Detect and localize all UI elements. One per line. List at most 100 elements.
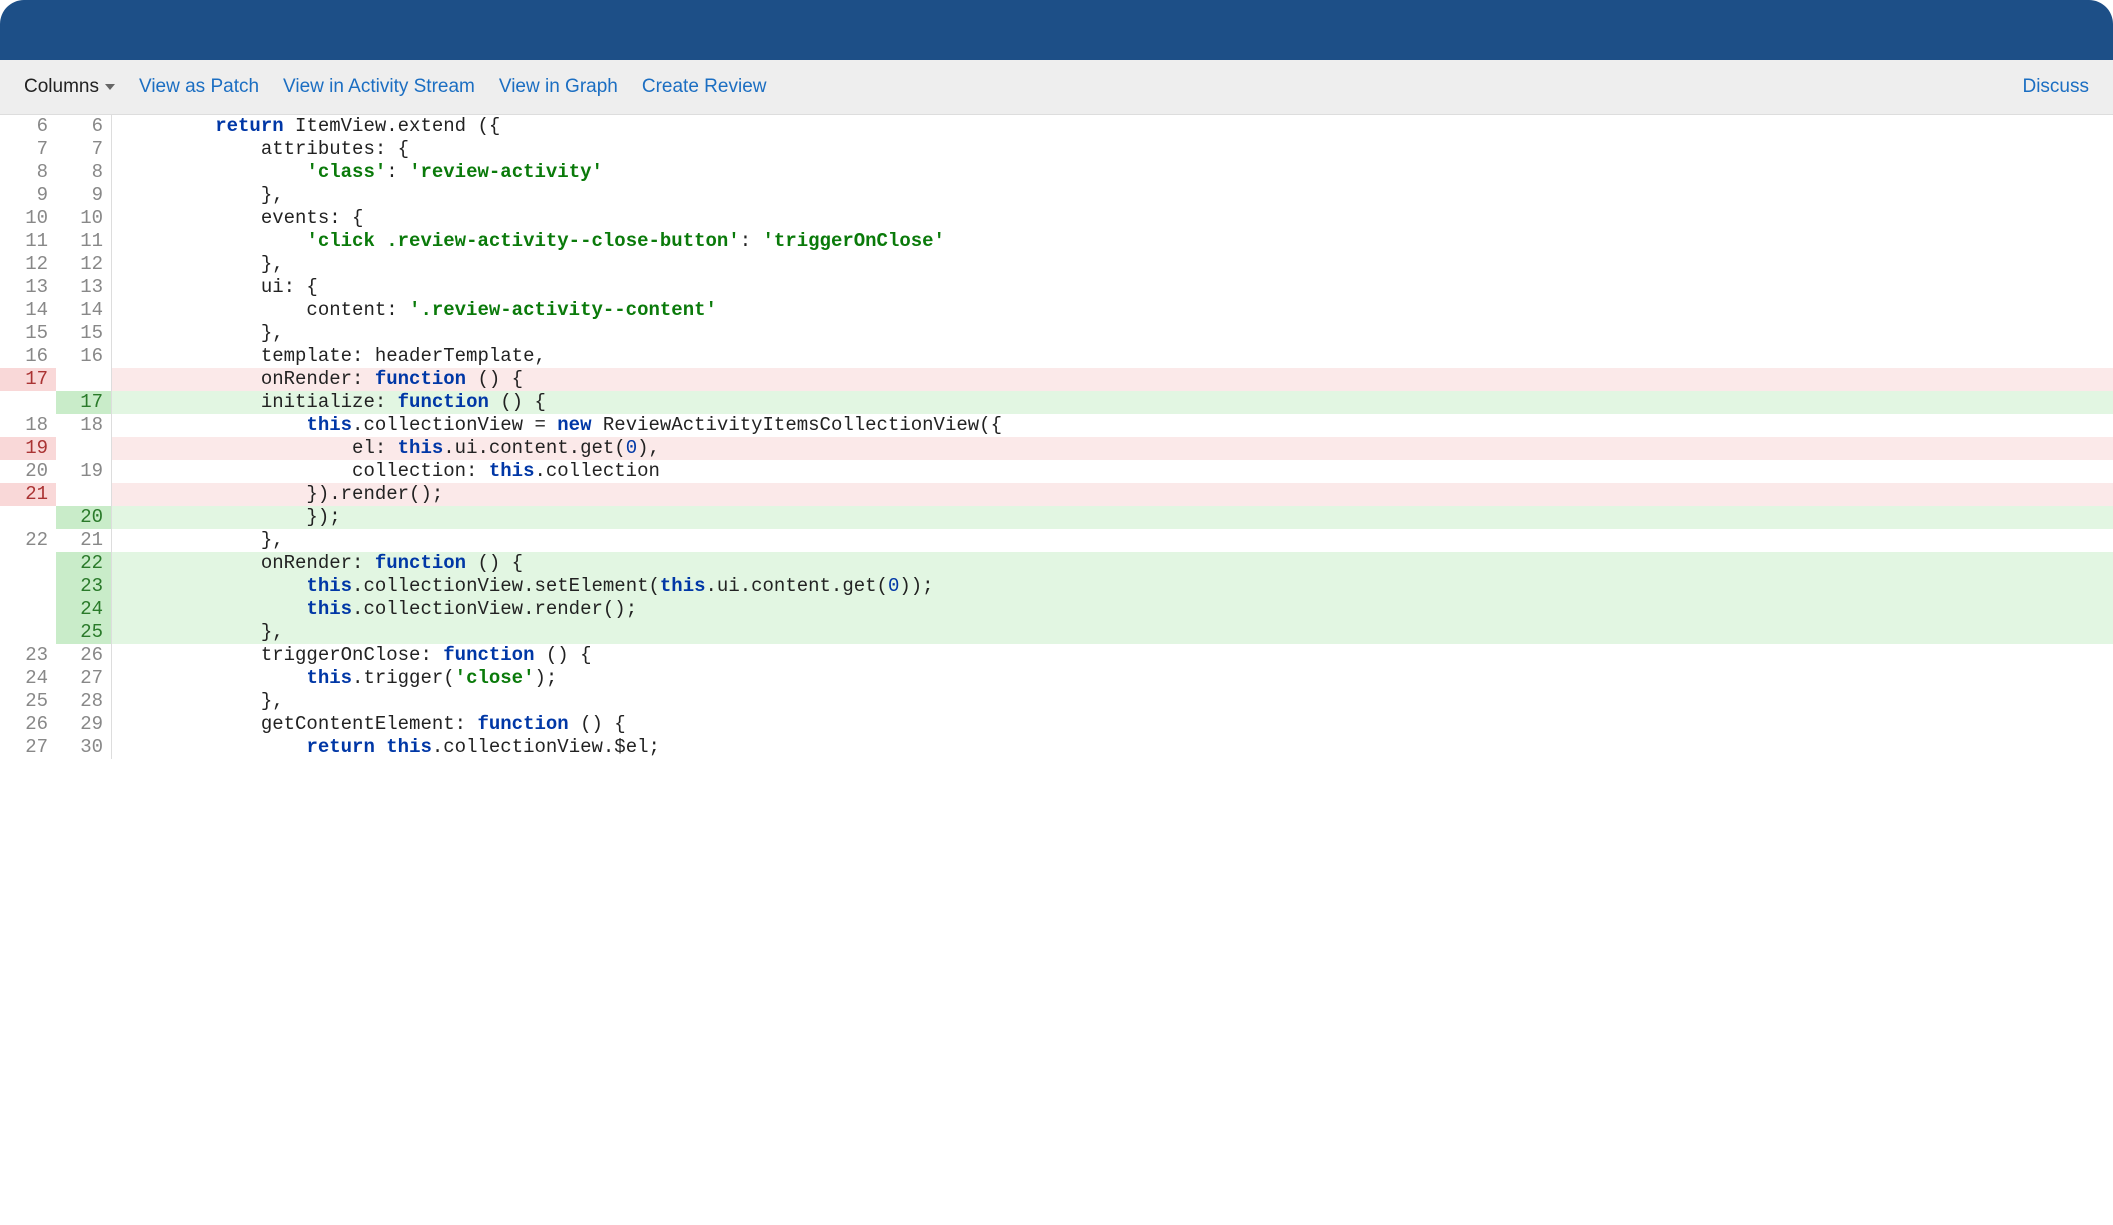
line-number-new: 20 (56, 506, 112, 529)
diff-row[interactable]: 88 'class': 'review-activity' (0, 161, 2113, 184)
line-number-new: 24 (56, 598, 112, 621)
code-token: function (398, 391, 489, 413)
line-number-new: 23 (56, 575, 112, 598)
code-token: collection: (124, 460, 489, 482)
line-number-old: 11 (0, 230, 56, 253)
code-token: return (306, 736, 374, 758)
code-token: function (375, 368, 466, 390)
code-line: collection: this.collection (112, 460, 2113, 483)
code-token: 'review-activity' (409, 161, 603, 183)
diff-row[interactable]: 21 }).render(); (0, 483, 2113, 506)
diff-row[interactable]: 1515 }, (0, 322, 2113, 345)
view-as-patch-link[interactable]: View as Patch (139, 76, 259, 98)
code-token: .ui.content.get( (443, 437, 625, 459)
code-token: : (386, 161, 409, 183)
diff-row[interactable]: 24 this.collectionView.render(); (0, 598, 2113, 621)
line-number-new: 15 (56, 322, 112, 345)
caret-down-icon (105, 84, 115, 90)
code-line: events: { (112, 207, 2113, 230)
diff-row[interactable]: 2629 getContentElement: function () { (0, 713, 2113, 736)
app-header (0, 0, 2113, 60)
line-number-old (0, 621, 56, 644)
code-line: }); (112, 506, 2113, 529)
diff-row[interactable]: 1818 this.collectionView = new ReviewAct… (0, 414, 2113, 437)
code-token (375, 736, 386, 758)
code-line: triggerOnClose: function () { (112, 644, 2113, 667)
line-number-old: 20 (0, 460, 56, 483)
code-token: ui: { (124, 276, 318, 298)
diff-row[interactable]: 1212 }, (0, 253, 2113, 276)
code-token: triggerOnClose: (124, 644, 443, 666)
diff-row[interactable]: 2019 collection: this.collection (0, 460, 2113, 483)
code-token: }, (124, 621, 284, 643)
line-number-old (0, 575, 56, 598)
line-number-old: 15 (0, 322, 56, 345)
code-line: this.collectionView = new ReviewActivity… (112, 414, 2113, 437)
view-in-activity-stream-link[interactable]: View in Activity Stream (283, 76, 475, 98)
code-token: ); (535, 667, 558, 689)
code-token: }, (124, 529, 284, 551)
diff-row[interactable]: 1111 'click .review-activity--close-butt… (0, 230, 2113, 253)
diff-row[interactable]: 22 onRender: function () { (0, 552, 2113, 575)
line-number-old (0, 506, 56, 529)
line-number-old: 24 (0, 667, 56, 690)
line-number-old: 12 (0, 253, 56, 276)
line-number-old: 13 (0, 276, 56, 299)
code-token: }, (124, 184, 284, 206)
code-token: new (557, 414, 591, 436)
diff-row[interactable]: 25 }, (0, 621, 2113, 644)
code-token: function (443, 644, 534, 666)
line-number-old: 17 (0, 368, 56, 391)
diff-row[interactable]: 2427 this.trigger('close'); (0, 667, 2113, 690)
diff-row[interactable]: 1616 template: headerTemplate, (0, 345, 2113, 368)
diff-row[interactable]: 1414 content: '.review-activity--content… (0, 299, 2113, 322)
code-token: .ui.content.get( (706, 575, 888, 597)
diff-row[interactable]: 2221 }, (0, 529, 2113, 552)
code-token: 'click .review-activity--close-button' (306, 230, 739, 252)
diff-row[interactable]: 1313 ui: { (0, 276, 2113, 299)
diff-row[interactable]: 17 initialize: function () { (0, 391, 2113, 414)
code-token: () { (466, 368, 523, 390)
code-token: 0 (888, 575, 899, 597)
line-number-new: 13 (56, 276, 112, 299)
code-token: el: (124, 437, 398, 459)
line-number-old (0, 391, 56, 414)
line-number-new: 16 (56, 345, 112, 368)
code-token: content: (124, 299, 409, 321)
code-line: template: headerTemplate, (112, 345, 2113, 368)
code-token: ), (637, 437, 660, 459)
code-token: onRender: (124, 552, 375, 574)
code-token (124, 414, 306, 436)
diff-row[interactable]: 19 el: this.ui.content.get(0), (0, 437, 2113, 460)
line-number-old: 6 (0, 115, 56, 138)
code-line: return ItemView.extend ({ (112, 115, 2113, 138)
code-line: ui: { (112, 276, 2113, 299)
diff-row[interactable]: 99 }, (0, 184, 2113, 207)
line-number-new: 10 (56, 207, 112, 230)
view-in-graph-link[interactable]: View in Graph (499, 76, 618, 98)
code-token (124, 161, 306, 183)
diff-row[interactable]: 23 this.collectionView.setElement(this.u… (0, 575, 2113, 598)
diff-row[interactable]: 2730 return this.collectionView.$el; (0, 736, 2113, 759)
code-token: initialize: (124, 391, 398, 413)
diff-row[interactable]: 77 attributes: { (0, 138, 2113, 161)
discuss-link[interactable]: Discuss (2022, 76, 2089, 98)
line-number-old (0, 598, 56, 621)
diff-row[interactable]: 2528 }, (0, 690, 2113, 713)
code-token (124, 230, 306, 252)
create-review-link[interactable]: Create Review (642, 76, 767, 98)
diff-row[interactable]: 1010 events: { (0, 207, 2113, 230)
diff-row[interactable]: 17 onRender: function () { (0, 368, 2113, 391)
code-line: this.collectionView.setElement(this.ui.c… (112, 575, 2113, 598)
code-token: getContentElement: (124, 713, 477, 735)
diff-row[interactable]: 66 return ItemView.extend ({ (0, 115, 2113, 138)
code-token: 'class' (306, 161, 386, 183)
columns-dropdown[interactable]: Columns (24, 76, 115, 98)
line-number-new: 7 (56, 138, 112, 161)
code-token (124, 667, 306, 689)
line-number-old: 9 (0, 184, 56, 207)
code-token: }).render(); (124, 483, 443, 505)
diff-row[interactable]: 2326 triggerOnClose: function () { (0, 644, 2113, 667)
code-token: .collection (534, 460, 659, 482)
diff-row[interactable]: 20 }); (0, 506, 2113, 529)
